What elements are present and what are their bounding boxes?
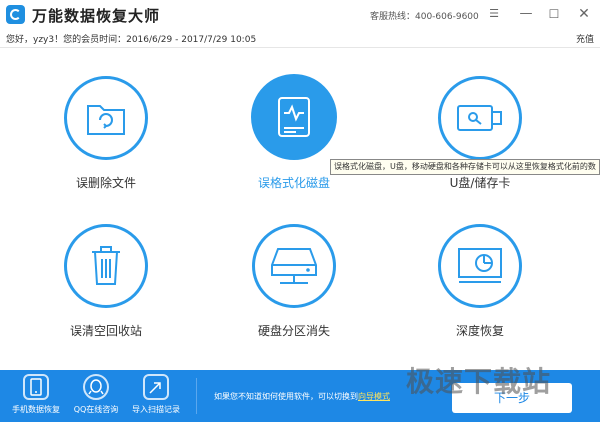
tooltip: 误格式化磁盘，U盘，移动硬盘和各种存储卡可以从这里恢复格式化前的数 (330, 159, 600, 175)
close-icon[interactable]: ✕ (574, 4, 594, 24)
qq-icon (83, 374, 109, 400)
trash-can-icon (92, 246, 120, 285)
watermark: 极速下载站 (406, 365, 552, 398)
import-icon (143, 374, 169, 400)
menu-icon[interactable]: ☰ (484, 4, 504, 24)
guide-mode-link[interactable]: 向导模式 (358, 392, 390, 401)
usb-drive-icon (457, 105, 502, 131)
tile-label: 硬盘分区消失 (257, 324, 330, 338)
bottom-item-label: QQ在线咨询 (73, 405, 119, 414)
tile-label: 误删除文件 (75, 176, 136, 190)
tile-label: 深度恢复 (455, 324, 504, 338)
folder-recycle-icon (87, 105, 125, 135)
support-hotline: 客服热线：400-606-9600 (370, 12, 479, 22)
tile-deep-recovery[interactable]: 深度恢复 (410, 224, 550, 339)
qq-consult-button[interactable]: QQ在线咨询 (66, 374, 126, 415)
recharge-link[interactable]: 充值 (576, 32, 594, 45)
minimize-icon[interactable]: — (516, 4, 536, 24)
tile-deleted-files[interactable]: 误删除文件 (36, 76, 176, 191)
tile-label: 误格式化磁盘 (257, 176, 330, 190)
import-scan-record-button[interactable]: 导入扫描记录 (126, 374, 186, 415)
guide-mode-hint: 如果您不知道如何使用软件，可以切换到向导模式 (214, 391, 390, 402)
phone-icon (23, 374, 49, 400)
hard-drive-icon (278, 97, 310, 137)
app-logo-icon (6, 5, 25, 24)
member-info-bar: 您好，yzy3！您的会员时间：2016/6/29 - 2017/7/29 10:… (0, 28, 600, 48)
monitor-scan-icon (458, 248, 502, 283)
phone-recovery-button[interactable]: 手机数据恢复 (6, 374, 66, 415)
tile-emptied-recycle-bin[interactable]: 误清空回收站 (36, 224, 176, 339)
divider (196, 378, 197, 414)
title-bar: 万能数据恢复大师 客服热线：400-606-9600 ☰ — ☐ ✕ (0, 0, 600, 28)
member-info-text: 您好，yzy3！您的会员时间：2016/6/29 - 2017/7/29 10:… (6, 35, 257, 45)
bottom-item-label: 导入扫描记录 (132, 405, 180, 414)
tile-label: U盘/储存卡 (449, 176, 511, 190)
maximize-icon[interactable]: ☐ (544, 4, 564, 24)
disk-partition-icon (271, 248, 317, 284)
guide-mode-text: 如果您不知道如何使用软件，可以切换到 (214, 392, 358, 401)
tile-label: 误清空回收站 (69, 324, 142, 338)
bottom-item-label: 手机数据恢复 (12, 405, 60, 414)
app-title: 万能数据恢复大师 (32, 7, 161, 25)
tile-lost-partition[interactable]: 硬盘分区消失 (224, 224, 364, 339)
